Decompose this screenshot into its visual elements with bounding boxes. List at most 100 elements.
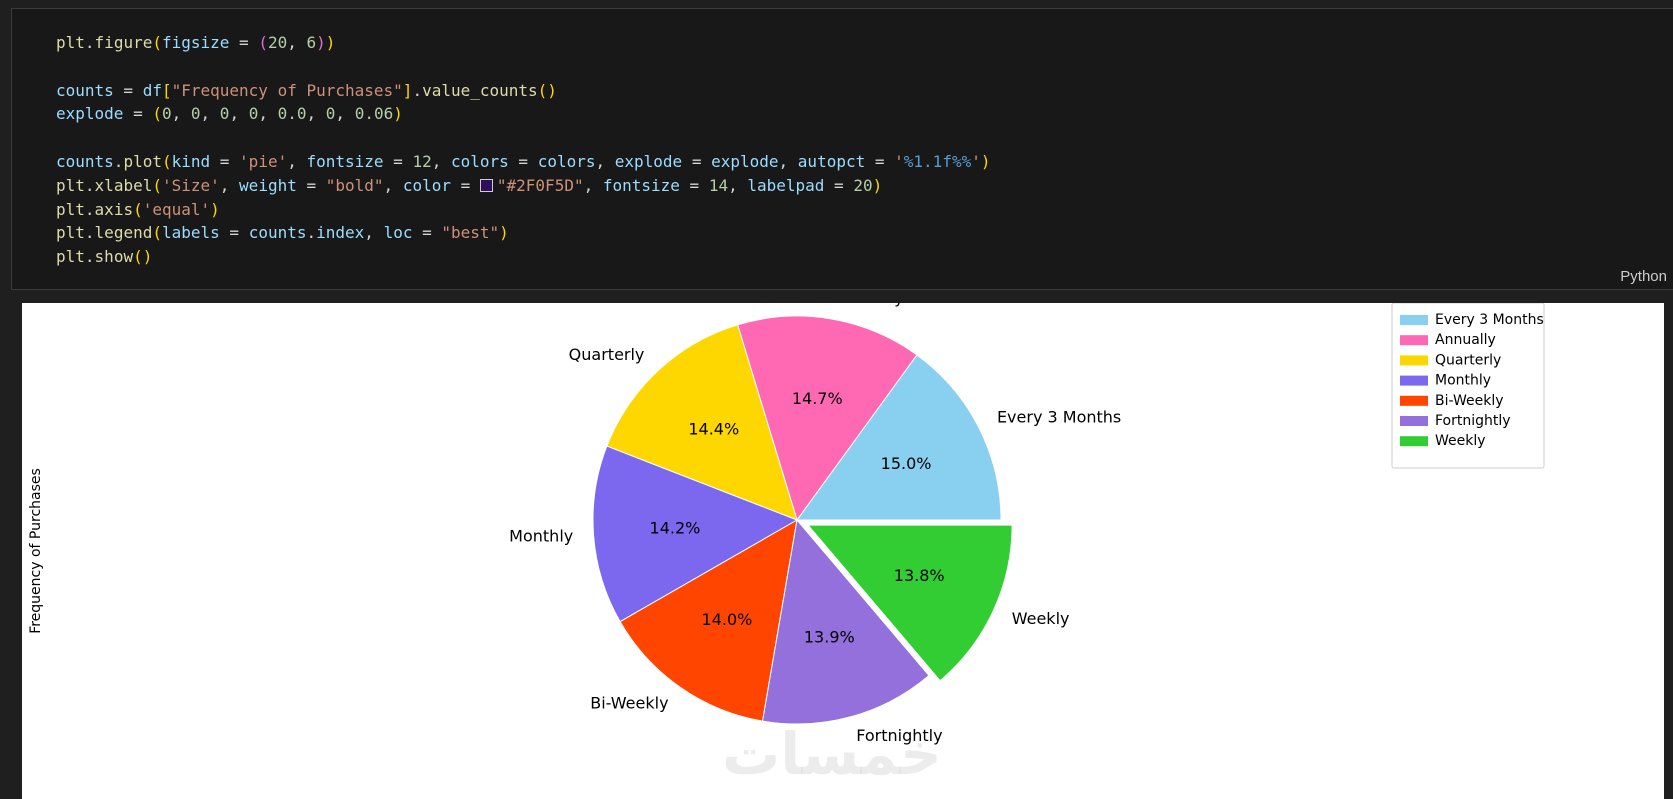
code-token: = — [296, 175, 326, 195]
code-token: 'pie' — [239, 151, 288, 171]
code-line: counts.plot(kind = 'pie', fontsize = 12,… — [56, 150, 991, 174]
code-token: . — [84, 247, 95, 267]
code-token: counts — [248, 223, 307, 243]
code-token: , — [200, 104, 220, 124]
code-token: 20 — [853, 175, 873, 195]
code-token: xlabel — [94, 175, 153, 195]
code-token: plt — [56, 33, 85, 52]
code-token: = — [865, 151, 895, 171]
pie-slice-percent: 13.8% — [894, 566, 945, 585]
code-line: explode = (0, 0, 0, 0, 0.0, 0, 0.06) — [56, 102, 991, 126]
pie-slice-label: Every 3 Months — [997, 408, 1121, 427]
code-token: index — [316, 223, 365, 243]
notebook-page: plt.figure(figsize = (20, 6)) counts = d… — [0, 0, 1673, 799]
code-token: fontsize — [602, 175, 680, 195]
pie-slice-percent: 14.4% — [688, 420, 739, 439]
code-token: weight — [239, 175, 297, 195]
legend-entry: Fortnightly — [1435, 413, 1511, 429]
cell-language-label[interactable]: Python — [1620, 268, 1667, 285]
code-token: . — [84, 223, 95, 243]
pie-chart: Every 3 Months 15.0% Annually 14.7% Quarterl… — [28, 303, 1545, 745]
code-token: = — [229, 33, 259, 52]
pie-slice-label: Bi-Weekly — [590, 693, 668, 712]
code-token: 12 — [412, 151, 432, 171]
code-token: = — [508, 151, 538, 171]
code-token: value_counts — [422, 80, 538, 100]
code-token: = — [383, 151, 413, 171]
legend-swatch — [1400, 375, 1428, 386]
code-token: = — [412, 223, 442, 243]
code-token: explode — [614, 151, 683, 171]
code-token: = — [123, 104, 153, 124]
code-token: . — [412, 80, 423, 100]
code-token: = — [824, 175, 854, 195]
code-token: plt — [56, 199, 85, 219]
code-token: = — [210, 151, 240, 171]
code-token: , — [595, 151, 615, 171]
legend-entry: Quarterly — [1435, 352, 1501, 368]
code-token: ) — [980, 151, 991, 171]
pie-slice-label: Fortnightly — [856, 726, 942, 745]
code-token: , — [335, 104, 355, 124]
code-token: . — [113, 151, 124, 171]
legend-swatch — [1400, 335, 1428, 346]
code-line: plt.legend(labels = counts.index, loc = … — [56, 221, 991, 245]
legend-entry: Weekly — [1435, 433, 1486, 449]
legend-swatch — [1400, 355, 1428, 366]
code-token: plt — [56, 247, 85, 267]
pie-slice-label: Quarterly — [569, 345, 645, 364]
code-token: counts — [56, 151, 114, 171]
pie-slice-label: Monthly — [509, 526, 573, 545]
code-token: plt — [56, 223, 85, 243]
code-token: , — [431, 151, 451, 171]
code-token: ) — [872, 175, 883, 195]
code-token: , — [287, 33, 307, 52]
code-token: , — [287, 151, 307, 171]
code-editor[interactable]: plt.figure(figsize = (20, 6)) counts = d… — [56, 31, 991, 269]
code-token: = — [219, 223, 249, 243]
code-token: labelpad — [747, 175, 825, 195]
code-cell[interactable]: plt.figure(figsize = (20, 6)) counts = d… — [11, 8, 1673, 290]
pie-slice-percent: 14.2% — [650, 519, 701, 538]
chart-ylabel: Frequency of Purchases — [28, 468, 44, 634]
code-token: 0.06 — [354, 104, 394, 124]
code-token: = — [682, 151, 712, 171]
code-token: labels — [161, 223, 220, 243]
code-token: "Frequency of Purchases" — [171, 80, 403, 100]
pie-slice-percent: 14.7% — [792, 389, 843, 408]
code-token: 'equal' — [142, 199, 211, 219]
cell-output: Every 3 Months 15.0% Annually 14.7% Quarterl… — [22, 303, 1664, 799]
code-line: counts = df["Frequency of Purchases"].va… — [56, 79, 991, 103]
legend-entry: Bi-Weekly — [1435, 393, 1504, 409]
code-token: = — [679, 175, 709, 195]
code-token: colors — [537, 151, 596, 171]
code-token: 0.0 — [277, 104, 307, 124]
code-token: "best" — [441, 223, 500, 243]
code-token: ' — [971, 151, 981, 171]
code-token: legend — [94, 223, 153, 243]
code-token: axis — [94, 199, 134, 219]
code-token: , — [728, 175, 748, 195]
code-token: 0 — [219, 104, 230, 124]
code-token: figsize — [161, 33, 230, 52]
code-line: plt.xlabel('Size', weight = "bold", colo… — [56, 174, 991, 198]
code-token: () — [537, 80, 557, 100]
code-token: "#2F0F5D" — [496, 175, 584, 195]
chart-legend: Every 3 Months Annually Quarterly Monthly Bi… — [1391, 303, 1545, 469]
legend-swatch — [1400, 315, 1428, 325]
code-token: "bold" — [325, 175, 384, 195]
code-token: ( — [152, 175, 162, 195]
code-line: plt.axis('equal') — [56, 198, 991, 222]
code-token: 6 — [306, 33, 317, 52]
code-token: 0 — [325, 104, 336, 124]
code-token: , — [306, 104, 326, 124]
pie-slice-label: Annually — [834, 303, 904, 307]
code-token: [ — [161, 80, 172, 100]
code-token: ( — [161, 151, 172, 171]
code-token: , — [383, 175, 403, 195]
code-token: ) — [393, 104, 403, 124]
code-token: kind — [171, 151, 211, 171]
code-token: ) — [499, 223, 509, 243]
code-line: plt.figure(figsize = (20, 6)) — [56, 31, 991, 55]
